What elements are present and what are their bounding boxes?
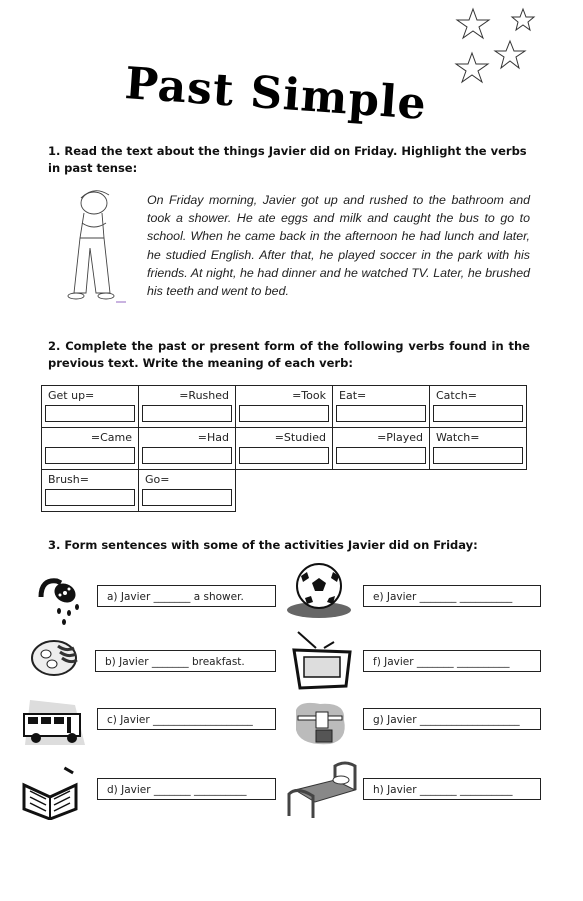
story-text: On Friday morning, Javier got up and rus…	[147, 193, 530, 299]
verb-cell: Watch=	[429, 427, 527, 470]
verbs-table: Get up= =Rushed =Took Eat= Catch= =Came …	[41, 385, 527, 512]
exercise-3-instruction: 3. Form sentences with some of the activ…	[48, 538, 478, 552]
answer-box[interactable]	[336, 405, 426, 422]
breakfast-icon	[31, 640, 78, 676]
boy-illustration	[67, 190, 126, 303]
verb-cell: Brush=	[41, 469, 139, 512]
verb-label: =Came	[90, 431, 132, 444]
verb-cell: =Came	[41, 427, 139, 470]
bed-icon	[287, 761, 357, 818]
verb-cell: =Played	[332, 427, 430, 470]
verb-label: =Played	[377, 431, 423, 444]
verb-cell: =Took	[235, 385, 333, 428]
table-row: Brush= Go=	[41, 469, 527, 512]
stars-icon	[454, 7, 536, 84]
verb-label: Eat=	[339, 389, 367, 402]
answer-box[interactable]	[142, 489, 232, 506]
star-icon	[454, 51, 490, 84]
verb-cell: Get up=	[41, 385, 139, 428]
answer-box[interactable]	[45, 447, 135, 464]
answer-box[interactable]	[45, 405, 135, 422]
shower-icon	[38, 578, 79, 625]
soccer-ball-icon	[287, 563, 351, 618]
book-icon	[22, 766, 78, 820]
verb-cell: Go=	[138, 469, 236, 512]
bus-icon	[23, 700, 85, 745]
answer-box[interactable]	[433, 405, 523, 422]
sentence-h-box[interactable]: h) Javier _______ __________	[363, 778, 541, 800]
sentence-f-box[interactable]: f) Javier _______ __________	[363, 650, 541, 672]
verb-label: =Rushed	[179, 389, 229, 402]
tv-icon	[292, 631, 352, 690]
answer-box[interactable]	[336, 447, 426, 464]
empty-cell	[236, 470, 333, 512]
verb-cell: Catch=	[429, 385, 527, 428]
table-row: =Came =Had =Studied =Played Watch=	[41, 427, 527, 470]
verb-label: Get up=	[48, 389, 95, 402]
sentence-g-box[interactable]: g) Javier ___________________	[363, 708, 541, 730]
star-icon	[493, 39, 527, 70]
page-title: Past Simple	[123, 58, 429, 131]
answer-box[interactable]	[239, 447, 329, 464]
verb-label: Watch=	[436, 431, 480, 444]
empty-cell	[333, 470, 430, 512]
exercise-1-instruction: 1. Read the text about the things Javier…	[48, 144, 527, 175]
answer-box[interactable]	[45, 489, 135, 506]
answer-box[interactable]	[433, 447, 523, 464]
toothbrush-icon	[296, 702, 345, 745]
sentence-a-box[interactable]: a) Javier _______ a shower.	[97, 585, 276, 607]
sentence-d-box[interactable]: d) Javier _______ __________	[97, 778, 276, 800]
verb-label: Brush=	[48, 473, 89, 486]
answer-box[interactable]	[239, 405, 329, 422]
verb-label: =Studied	[274, 431, 326, 444]
sentence-b-box[interactable]: b) Javier _______ breakfast.	[95, 650, 276, 672]
verb-cell: =Rushed	[138, 385, 236, 428]
answer-box[interactable]	[142, 405, 232, 422]
verb-cell: =Studied	[235, 427, 333, 470]
verb-cell: Eat=	[332, 385, 430, 428]
verb-label: =Had	[197, 431, 229, 444]
answer-box[interactable]	[142, 447, 232, 464]
verb-label: Catch=	[436, 389, 477, 402]
sentence-c-box[interactable]: c) Javier ___________________	[97, 708, 276, 730]
sentence-e-box[interactable]: e) Javier _______ __________	[363, 585, 541, 607]
verb-label: =Took	[292, 389, 326, 402]
star-icon	[510, 7, 536, 32]
empty-cell	[430, 470, 527, 512]
table-row: Get up= =Rushed =Took Eat= Catch=	[41, 385, 527, 428]
exercise-2-instruction: 2. Complete the past or present form of …	[48, 339, 530, 370]
verb-cell: =Had	[138, 427, 236, 470]
star-icon	[455, 7, 491, 40]
verb-label: Go=	[145, 473, 170, 486]
